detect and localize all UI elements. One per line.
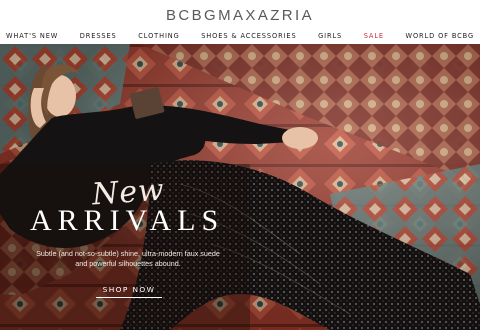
nav-item-dresses[interactable]: DRESSES bbox=[80, 30, 117, 42]
nav-item-whats-new[interactable]: WHAT'S NEW bbox=[6, 30, 58, 42]
hero-banner[interactable]: New ARRIVALS Subtle (and not-so-subtle) … bbox=[0, 44, 480, 330]
shop-now-link[interactable]: SHOP NOW bbox=[96, 284, 162, 298]
hero-image bbox=[0, 44, 480, 330]
headline-main: ARRIVALS bbox=[30, 204, 225, 237]
hero-subtitle-line-1: Subtle (and not-so-subtle) shine, ultra-… bbox=[36, 249, 220, 258]
brand-logo[interactable]: BCBGMAXAZRIA bbox=[0, 7, 480, 24]
nav-item-world-of-bcbg[interactable]: WORLD OF BCBG bbox=[406, 30, 474, 42]
hero-subtitle: Subtle (and not-so-subtle) shine, ultra-… bbox=[18, 249, 238, 269]
main-nav: WHAT'S NEW DRESSES CLOTHING SHOES & ACCE… bbox=[0, 30, 480, 42]
nav-item-sale[interactable]: SALE bbox=[364, 30, 384, 42]
site-header: BCBGMAXAZRIA WHAT'S NEW DRESSES CLOTHING… bbox=[0, 0, 480, 44]
hero-subtitle-line-2: and powerful silhouettes abound. bbox=[75, 259, 181, 268]
nav-item-clothing[interactable]: CLOTHING bbox=[138, 30, 179, 42]
nav-item-shoes-accessories[interactable]: SHOES & ACCESSORIES bbox=[201, 30, 296, 42]
nav-item-girls[interactable]: GIRLS bbox=[318, 30, 342, 42]
